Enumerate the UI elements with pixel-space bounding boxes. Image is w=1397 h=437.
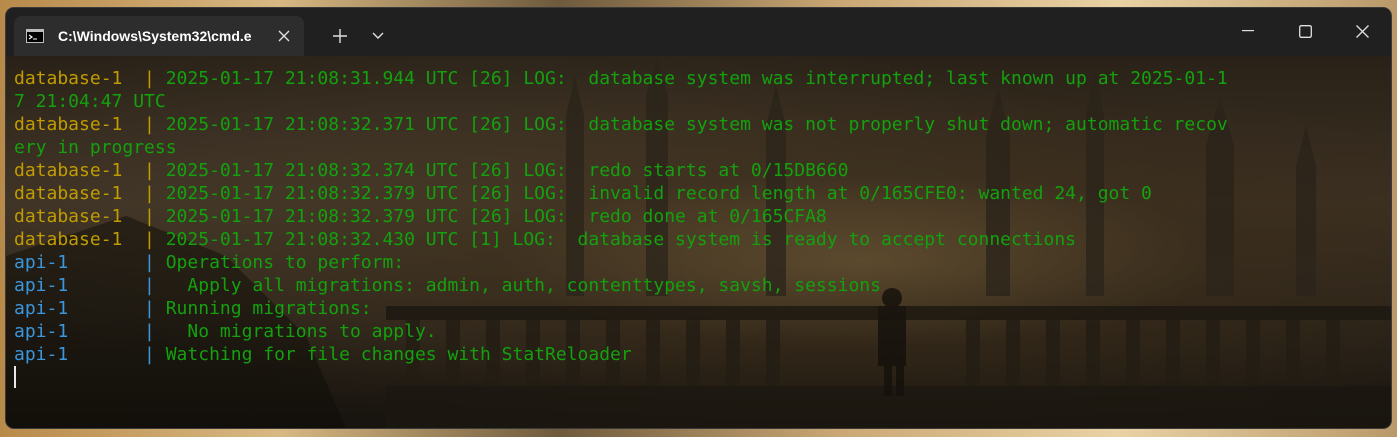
terminal-line: database-1 | 2025-01-17 21:08:32.374 UTC… [14,159,1228,182]
service-prefix: database-1 | [14,229,166,250]
log-message: 2025-01-17 21:08:32.374 UTC [26] LOG: re… [165,160,849,181]
service-prefix: database-1 | [14,160,166,181]
title-bar: C:\Windows\System32\cmd.e [6,8,1391,56]
log-message: ery in progress [14,137,177,158]
terminal-line: database-1 | 2025-01-17 21:08:31.944 UTC… [14,67,1228,90]
new-tab-icon [333,29,347,43]
service-prefix: api-1 | [14,298,166,319]
terminal-line: 7 21:04:47 UTC [14,90,1228,113]
service-prefix: api-1 | [14,252,166,273]
tab-close-button[interactable] [272,24,296,48]
service-prefix: api-1 | [14,275,166,296]
log-message: 2025-01-17 21:08:32.430 UTC [1] LOG: dat… [165,229,1077,250]
close-icon [1355,24,1369,38]
log-message: 2025-01-17 21:08:32.379 UTC [26] LOG: re… [165,206,827,227]
service-prefix: database-1 | [14,183,166,204]
terminal-line: database-1 | 2025-01-17 21:08:32.379 UTC… [14,182,1228,205]
text-cursor [14,366,16,388]
service-prefix: database-1 | [14,114,166,135]
log-message: Watching for file changes with StatReloa… [165,344,632,365]
new-tab-button[interactable] [324,20,356,52]
service-prefix: api-1 | [14,321,166,342]
tab-cmd[interactable]: C:\Windows\System32\cmd.e [14,16,304,56]
terminal-line: api-1 | Running migrations: [14,297,1228,320]
close-window-button[interactable] [1333,8,1391,54]
service-prefix: database-1 | [14,68,166,89]
log-message: No migrations to apply. [165,321,437,342]
log-message: 2025-01-17 21:08:32.379 UTC [26] LOG: in… [165,183,1152,204]
terminal-icon [26,29,44,43]
log-message: Running migrations: [165,298,372,319]
log-message: Apply all migrations: admin, auth, conte… [165,275,881,296]
tab-dropdown-button[interactable] [362,20,394,52]
maximize-button[interactable] [1276,8,1334,54]
dropdown-chevron-icon [372,32,384,39]
service-prefix: api-1 | [14,344,166,365]
minimize-button[interactable] [1219,8,1277,54]
terminal-line: api-1 | Operations to perform: [14,251,1228,274]
terminal-line: api-1 | Watching for file changes with S… [14,343,1228,366]
terminal-line: api-1 | Apply all migrations: admin, aut… [14,274,1228,297]
log-message: 2025-01-17 21:08:31.944 UTC [26] LOG: da… [165,68,1228,89]
terminal-lines: database-1 | 2025-01-17 21:08:31.944 UTC… [14,67,1228,388]
maximize-icon [1298,24,1312,38]
log-message: Operations to perform: [165,252,405,273]
log-message: 2025-01-17 21:08:32.371 UTC [26] LOG: da… [165,114,1228,135]
service-prefix: database-1 | [14,206,166,227]
terminal-output[interactable]: database-1 | 2025-01-17 21:08:31.944 UTC… [6,56,1391,428]
close-icon [278,30,290,42]
minimize-icon [1242,30,1254,32]
tab-title: C:\Windows\System32\cmd.e [58,28,252,44]
log-message: 7 21:04:47 UTC [14,91,166,112]
terminal-line: database-1 | 2025-01-17 21:08:32.371 UTC… [14,113,1228,136]
terminal-window: C:\Windows\System32\cmd.e database-1 | 2… [6,8,1391,428]
terminal-line: ery in progress [14,136,1228,159]
terminal-line: database-1 | 2025-01-17 21:08:32.379 UTC… [14,205,1228,228]
terminal-line: database-1 | 2025-01-17 21:08:32.430 UTC… [14,228,1228,251]
terminal-line: api-1 | No migrations to apply. [14,320,1228,343]
